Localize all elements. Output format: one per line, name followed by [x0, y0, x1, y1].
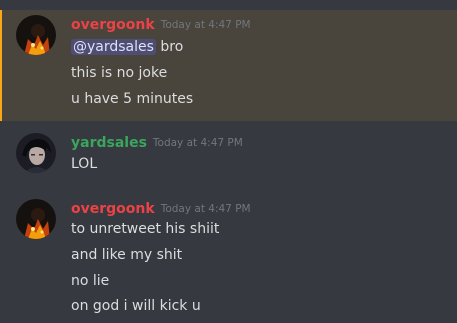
message-group-overgoonk-2: overgoonk Today at 4:47 PM to unretweet h… — [0, 195, 457, 323]
author-name[interactable]: yardsales — [71, 135, 147, 151]
user-avatar-icon[interactable] — [16, 15, 56, 55]
user-avatar-icon[interactable] — [16, 199, 56, 239]
message-text: and like my shit — [71, 247, 183, 263]
message-line: @yardsales bro — [71, 37, 183, 57]
message-header: yardsales Today at 4:47 PM — [71, 133, 243, 153]
message-group-yardsales: yardsales Today at 4:47 PM LOL — [0, 128, 457, 184]
message-text: u have 5 minutes — [71, 91, 194, 107]
message-text: on god i will kick u — [71, 298, 201, 314]
message-timestamp: Today at 4:47 PM — [160, 203, 251, 215]
message-group-overgoonk-1: overgoonk Today at 4:47 PM @yardsales bro… — [0, 10, 457, 121]
message-text: no lie — [71, 273, 110, 289]
message-text: LOL — [71, 156, 98, 172]
user-avatar-icon[interactable] — [16, 133, 56, 173]
author-name[interactable]: overgoonk — [71, 201, 155, 217]
author-name[interactable]: overgoonk — [71, 17, 155, 33]
message-header: overgoonk Today at 4:47 PM — [71, 199, 251, 219]
message-timestamp: Today at 4:47 PM — [160, 19, 251, 31]
message-timestamp: Today at 4:47 PM — [152, 137, 243, 149]
message-text: bro — [155, 39, 184, 55]
message-text: this is no joke — [71, 65, 168, 81]
message-header: overgoonk Today at 4:47 PM — [71, 15, 251, 35]
user-mention[interactable]: @yardsales — [71, 39, 156, 55]
message-text: to unretweet his shiit — [71, 221, 220, 237]
